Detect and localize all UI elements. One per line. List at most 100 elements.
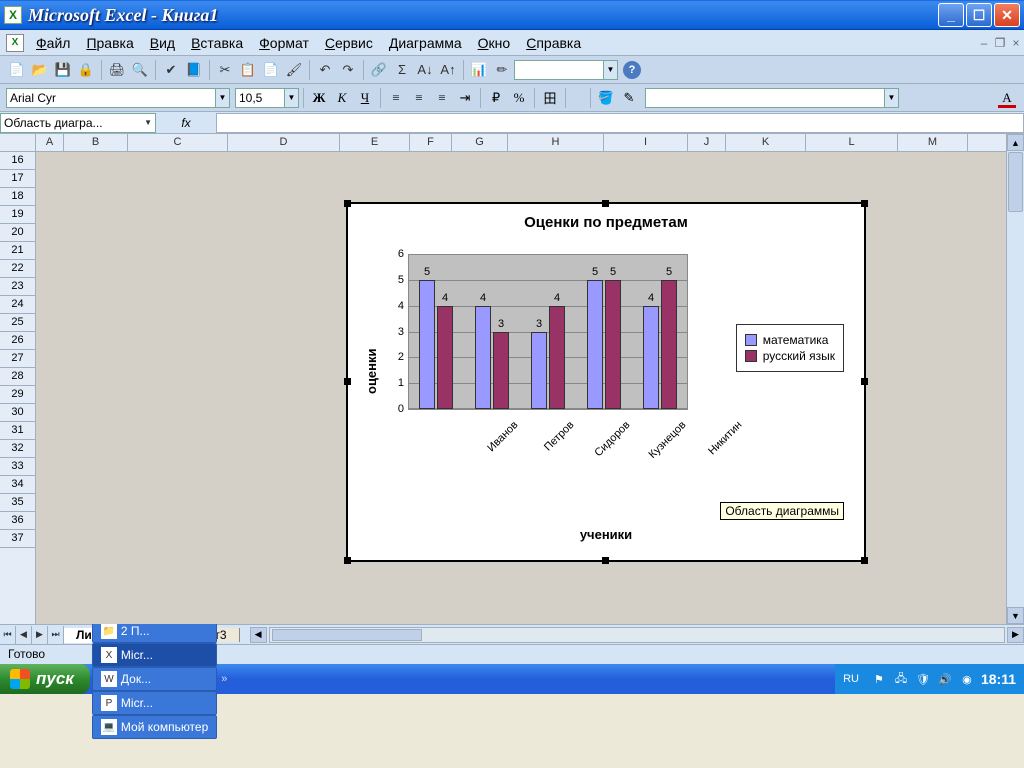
chevron-down-icon[interactable]: ▼ (144, 118, 152, 127)
row-header[interactable]: 23 (0, 278, 35, 296)
column-header[interactable]: D (228, 134, 340, 151)
legend-item[interactable]: математика (745, 333, 835, 347)
drawing-button[interactable]: ✏ (491, 59, 513, 81)
bar[interactable] (437, 306, 453, 409)
align-left-button[interactable]: ≡ (385, 87, 407, 109)
menu-справка[interactable]: Справка (518, 33, 589, 53)
menu-диаграмма[interactable]: Диаграмма (381, 33, 470, 53)
resize-handle[interactable] (861, 557, 868, 564)
font-name-dropdown[interactable]: ▼ (6, 88, 230, 108)
scroll-left-button[interactable]: ◀ (250, 627, 267, 643)
zoom-dropdown[interactable]: ▼ (514, 60, 618, 80)
taskbar-overflow-icon[interactable]: » (221, 673, 227, 685)
research-button[interactable]: 📘 (183, 59, 205, 81)
tray-icon[interactable]: 🛡 (915, 671, 931, 687)
workbook-icon[interactable]: X (6, 34, 24, 52)
resize-handle[interactable] (861, 200, 868, 207)
row-header[interactable]: 27 (0, 350, 35, 368)
column-header[interactable]: B (64, 134, 128, 151)
underline-button[interactable]: Ч (354, 87, 376, 109)
print-preview-button[interactable]: 🔍 (129, 59, 151, 81)
fx-icon[interactable]: fx (156, 116, 216, 130)
menu-файл[interactable]: Файл (28, 33, 78, 53)
embedded-chart[interactable]: Оценки по предметам оценки ученики матем… (346, 202, 866, 562)
align-right-button[interactable]: ≡ (431, 87, 453, 109)
row-header[interactable]: 29 (0, 386, 35, 404)
column-header[interactable]: E (340, 134, 410, 151)
column-header[interactable]: K (726, 134, 806, 151)
taskbar-item[interactable]: PMicr... (92, 691, 217, 715)
minimize-button[interactable]: _ (938, 3, 964, 27)
resize-handle[interactable] (602, 557, 609, 564)
save-button[interactable]: 💾 (52, 59, 74, 81)
tab-last-button[interactable]: ⏭ (48, 626, 64, 644)
resize-handle[interactable] (344, 557, 351, 564)
bar[interactable] (493, 332, 509, 410)
bar[interactable] (661, 280, 677, 409)
row-header[interactable]: 21 (0, 242, 35, 260)
font-name-input[interactable] (6, 88, 216, 108)
autosum-button[interactable]: Σ (391, 59, 413, 81)
align-center-button[interactable]: ≡ (408, 87, 430, 109)
scroll-thumb[interactable] (1008, 152, 1023, 212)
menu-формат[interactable]: Формат (251, 33, 317, 53)
row-header[interactable]: 34 (0, 476, 35, 494)
row-header[interactable]: 28 (0, 368, 35, 386)
row-header[interactable]: 20 (0, 224, 35, 242)
row-header[interactable]: 37 (0, 530, 35, 548)
column-header[interactable]: F (410, 134, 452, 151)
row-header[interactable]: 22 (0, 260, 35, 278)
menu-правка[interactable]: Правка (78, 33, 141, 53)
resize-handle[interactable] (602, 200, 609, 207)
redo-button[interactable]: ↷ (337, 59, 359, 81)
bar[interactable] (475, 306, 491, 409)
sort-desc-button[interactable]: A↑ (437, 59, 459, 81)
taskbar-item[interactable]: XMicr... (92, 643, 217, 667)
paste-button[interactable]: 📄 (260, 59, 282, 81)
bar[interactable] (549, 306, 565, 409)
bar[interactable] (643, 306, 659, 409)
zoom-input[interactable] (514, 60, 604, 80)
taskbar-item[interactable]: 💻Мой компьютер (92, 715, 217, 739)
spellcheck-button[interactable]: ✔ (160, 59, 182, 81)
vertical-scrollbar[interactable]: ▲ ▼ (1006, 134, 1024, 624)
column-header[interactable]: C (128, 134, 228, 151)
bar[interactable] (531, 332, 547, 410)
name-box[interactable]: Область диагра... ▼ (0, 113, 156, 133)
worksheet-grid[interactable]: ABCDEFGHIJKLM 16171819202122232425262728… (0, 134, 1024, 624)
column-headers[interactable]: ABCDEFGHIJKLM (36, 134, 1006, 152)
row-header[interactable]: 33 (0, 458, 35, 476)
chart-legend[interactable]: математикарусский язык (736, 324, 844, 372)
resize-handle[interactable] (861, 378, 868, 385)
resize-handle[interactable] (344, 200, 351, 207)
column-header[interactable]: J (688, 134, 726, 151)
copy-button[interactable]: 📋 (237, 59, 259, 81)
open-button[interactable]: 📂 (29, 59, 51, 81)
menu-сервис[interactable]: Сервис (317, 33, 381, 53)
bar[interactable] (419, 280, 435, 409)
menu-вставка[interactable]: Вставка (183, 33, 251, 53)
cut-button[interactable]: ✂ (214, 59, 236, 81)
currency-button[interactable]: ₽ (485, 87, 507, 109)
chevron-down-icon[interactable]: ▼ (216, 88, 230, 108)
print-button[interactable]: 🖨 (106, 59, 128, 81)
drawing-toolbar-button[interactable]: ✎ (618, 87, 640, 109)
row-header[interactable]: 30 (0, 404, 35, 422)
scroll-thumb[interactable] (272, 629, 422, 641)
row-header[interactable]: 31 (0, 422, 35, 440)
select-all-button[interactable] (0, 134, 36, 152)
doc-restore-button[interactable]: ❐ (992, 35, 1008, 51)
row-header[interactable]: 18 (0, 188, 35, 206)
x-axis-label[interactable]: ученики (348, 527, 864, 542)
doc-minimize-button[interactable]: – (976, 35, 992, 51)
maximize-button[interactable]: ☐ (966, 3, 992, 27)
chart-title[interactable]: Оценки по предметам (348, 214, 864, 231)
style-dropdown[interactable]: ▼ (645, 88, 899, 108)
resize-handle[interactable] (344, 378, 351, 385)
row-header[interactable]: 36 (0, 512, 35, 530)
tab-first-button[interactable]: ⏮ (0, 626, 16, 644)
chevron-down-icon[interactable]: ▼ (285, 88, 299, 108)
row-header[interactable]: 24 (0, 296, 35, 314)
permission-button[interactable]: 🔒 (75, 59, 97, 81)
row-headers[interactable]: 1617181920212223242526272829303132333435… (0, 152, 36, 624)
